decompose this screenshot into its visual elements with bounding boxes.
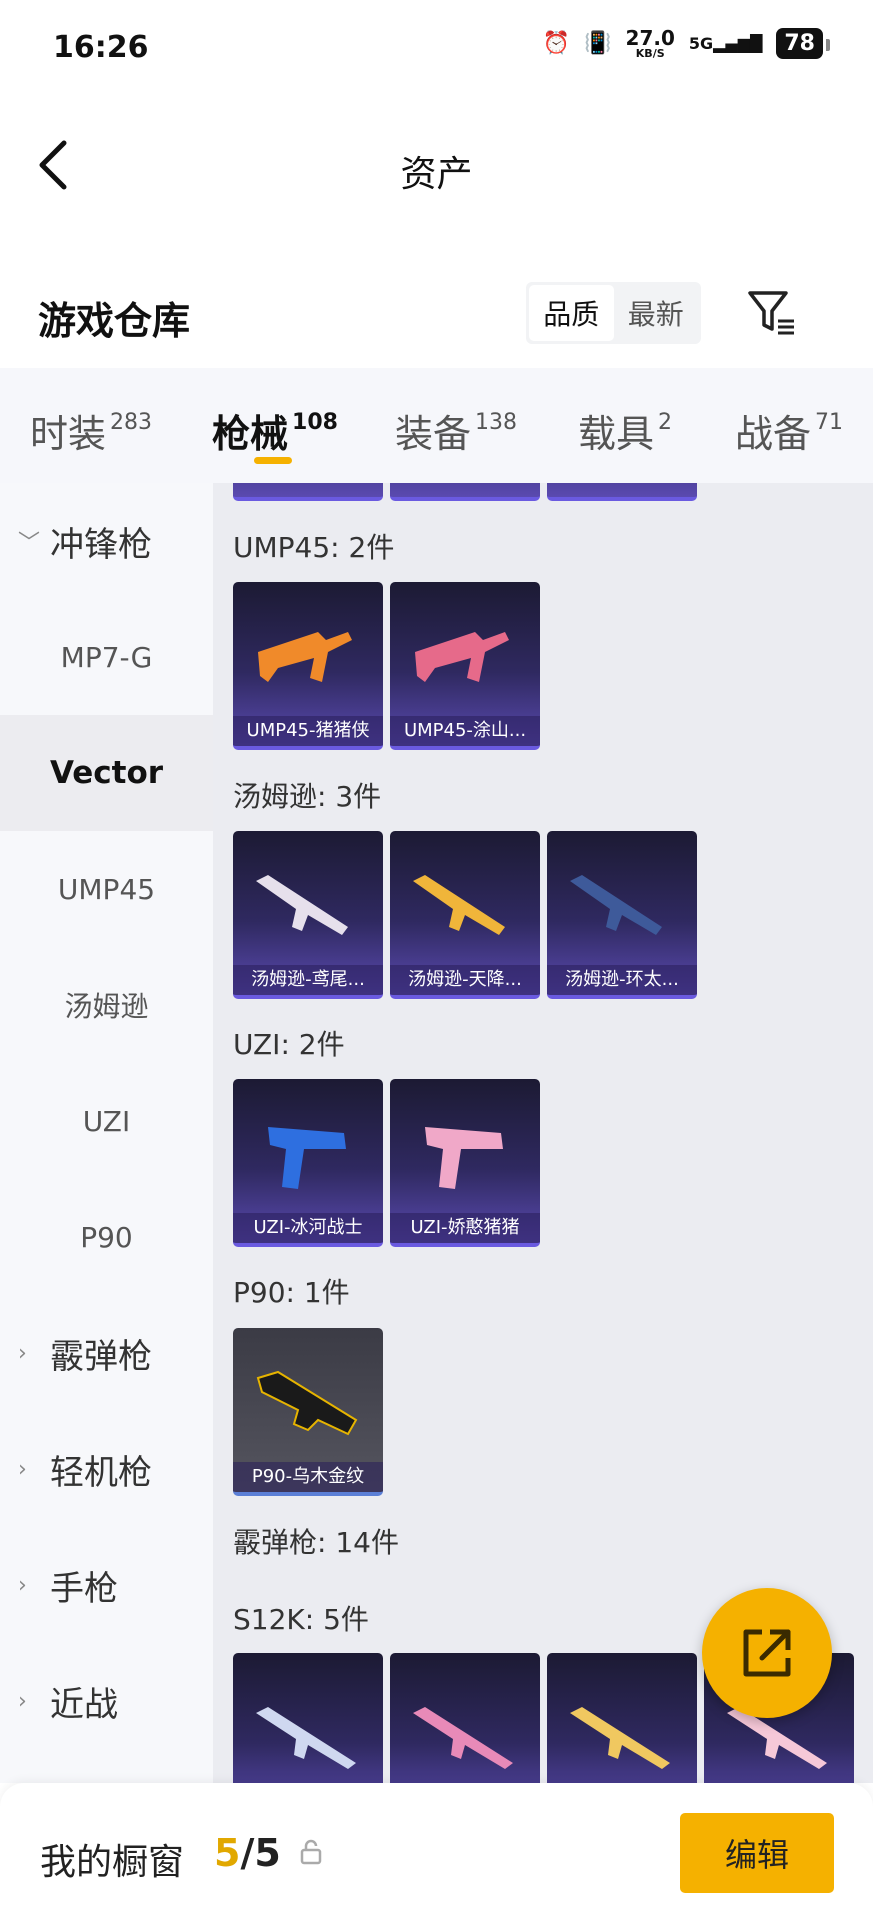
nav-bar: 资产 xyxy=(0,105,873,225)
thompson-icon xyxy=(570,875,662,935)
p90-icon xyxy=(256,1370,358,1436)
library-title: 游戏仓库 xyxy=(38,299,191,343)
chevron-right-icon: › xyxy=(18,1688,27,1714)
smg-icon xyxy=(258,632,352,682)
weapon-card[interactable]: UZI-娇憨猪猪 xyxy=(390,1079,540,1247)
chevron-down-icon: ﹀ xyxy=(18,531,41,556)
tab-fashion[interactable]: 时装 283 xyxy=(30,403,152,458)
weapon-card[interactable]: 汤姆逊-鸢尾... xyxy=(233,831,383,999)
sidebar-item-ump45[interactable]: UMP45 xyxy=(0,831,213,947)
section-title: P90: 1件 xyxy=(233,1276,350,1309)
status-time: 16:26 xyxy=(53,30,149,65)
weapon-card[interactable] xyxy=(233,1653,383,1783)
tab-indicator xyxy=(254,457,292,464)
section-title: UZI: 2件 xyxy=(233,1028,345,1061)
uzi-icon xyxy=(425,1127,503,1189)
sidebar-item-mp7g[interactable]: MP7-G xyxy=(0,599,213,715)
weapon-card[interactable] xyxy=(390,1653,540,1783)
thompson-icon xyxy=(413,875,505,935)
thompson-icon xyxy=(256,875,348,935)
sidebar-item-thompson[interactable]: 汤姆逊 xyxy=(0,947,213,1063)
lock-icon xyxy=(300,1839,322,1865)
weapon-card[interactable]: UMP45-猪猪侠 xyxy=(233,582,383,750)
weapon-card[interactable]: 汤姆逊-环太... xyxy=(547,831,697,999)
sidebar-item-melee[interactable]: › 近战 xyxy=(0,1643,213,1759)
shotgun-icon xyxy=(256,1707,356,1769)
weapon-card[interactable]: 汤姆逊-天降... xyxy=(390,831,540,999)
weapon-card[interactable]: P90-乌木金纹 xyxy=(233,1328,383,1496)
sidebar-item-pistol[interactable]: › 手枪 xyxy=(0,1527,213,1643)
sidebar-item-shotgun[interactable]: › 霰弹枪 xyxy=(0,1295,213,1411)
sort-toggle: 品质 最新 xyxy=(526,282,701,344)
showcase-count: 5/5 xyxy=(214,1831,281,1875)
chevron-right-icon: › xyxy=(18,1456,27,1482)
shotgun-icon xyxy=(413,1707,513,1769)
system-icons: ⏰ 📳 27.0 KB/S 5G▂▄▆█ 78 xyxy=(542,26,830,60)
tab-combat-gear[interactable]: 战备 71 xyxy=(735,403,843,458)
net-speed: 27.0 KB/S xyxy=(625,26,675,60)
weapon-card[interactable]: UZI-冰河战士 xyxy=(233,1079,383,1247)
weapon-card[interactable] xyxy=(233,483,383,501)
showcase-bar: 我的橱窗 5/5 编辑 xyxy=(0,1783,873,1920)
tab-vehicles[interactable]: 载具 2 xyxy=(578,403,672,458)
signal-icon: 5G▂▄▆█ xyxy=(688,34,763,53)
showcase-title: 我的橱窗 xyxy=(40,1842,185,1883)
edit-button[interactable]: 编辑 xyxy=(680,1813,834,1893)
weapon-sidebar: ﹀ 冲锋枪 MP7-G Vector UMP45 汤姆逊 UZI P90 › 霰弹枪… xyxy=(0,483,213,1783)
share-fab-button[interactable] xyxy=(702,1588,832,1718)
sort-latest-button[interactable]: 最新 xyxy=(614,285,699,341)
sidebar-item-vector[interactable]: Vector xyxy=(0,715,213,831)
weapon-card[interactable] xyxy=(547,1653,697,1783)
alarm-icon: ⏰ xyxy=(542,31,571,56)
shotgun-icon xyxy=(570,1707,670,1769)
status-bar: 16:26 ⏰ 📳 27.0 KB/S 5G▂▄▆█ 78 xyxy=(0,0,873,105)
filter-icon[interactable] xyxy=(744,285,800,341)
share-icon xyxy=(743,1629,791,1677)
chevron-right-icon: › xyxy=(18,1340,27,1366)
section-title: 霰弹枪: 14件 xyxy=(233,1526,399,1559)
page-title: 资产 xyxy=(400,154,473,195)
vibrate-icon: 📳 xyxy=(584,31,612,56)
section-title: S12K: 5件 xyxy=(233,1603,369,1636)
sidebar-item-uzi[interactable]: UZI xyxy=(0,1063,213,1179)
battery-icon: 78 xyxy=(776,28,830,59)
chevron-right-icon: › xyxy=(18,1572,27,1598)
tab-guns[interactable]: 枪械 108 xyxy=(212,403,338,458)
weapon-card[interactable]: UMP45-涂山... xyxy=(390,582,540,750)
section-title: UMP45: 2件 xyxy=(233,531,395,564)
sidebar-item-lmg[interactable]: › 轻机枪 xyxy=(0,1411,213,1527)
sidebar-item-smg[interactable]: ﹀ 冲锋枪 xyxy=(0,483,213,599)
tab-equipment[interactable]: 装备 138 xyxy=(395,403,517,458)
weapon-card[interactable] xyxy=(547,483,697,501)
weapon-card[interactable] xyxy=(390,483,540,501)
sort-quality-button[interactable]: 品质 xyxy=(529,285,614,341)
section-title: 汤姆逊: 3件 xyxy=(233,780,382,813)
category-tabs: 时装 283 枪械 108 装备 138 载具 2 战备 71 xyxy=(0,368,873,483)
smg-icon xyxy=(415,632,509,682)
uzi-icon xyxy=(268,1127,346,1189)
sidebar-item-p90[interactable]: P90 xyxy=(0,1179,213,1295)
